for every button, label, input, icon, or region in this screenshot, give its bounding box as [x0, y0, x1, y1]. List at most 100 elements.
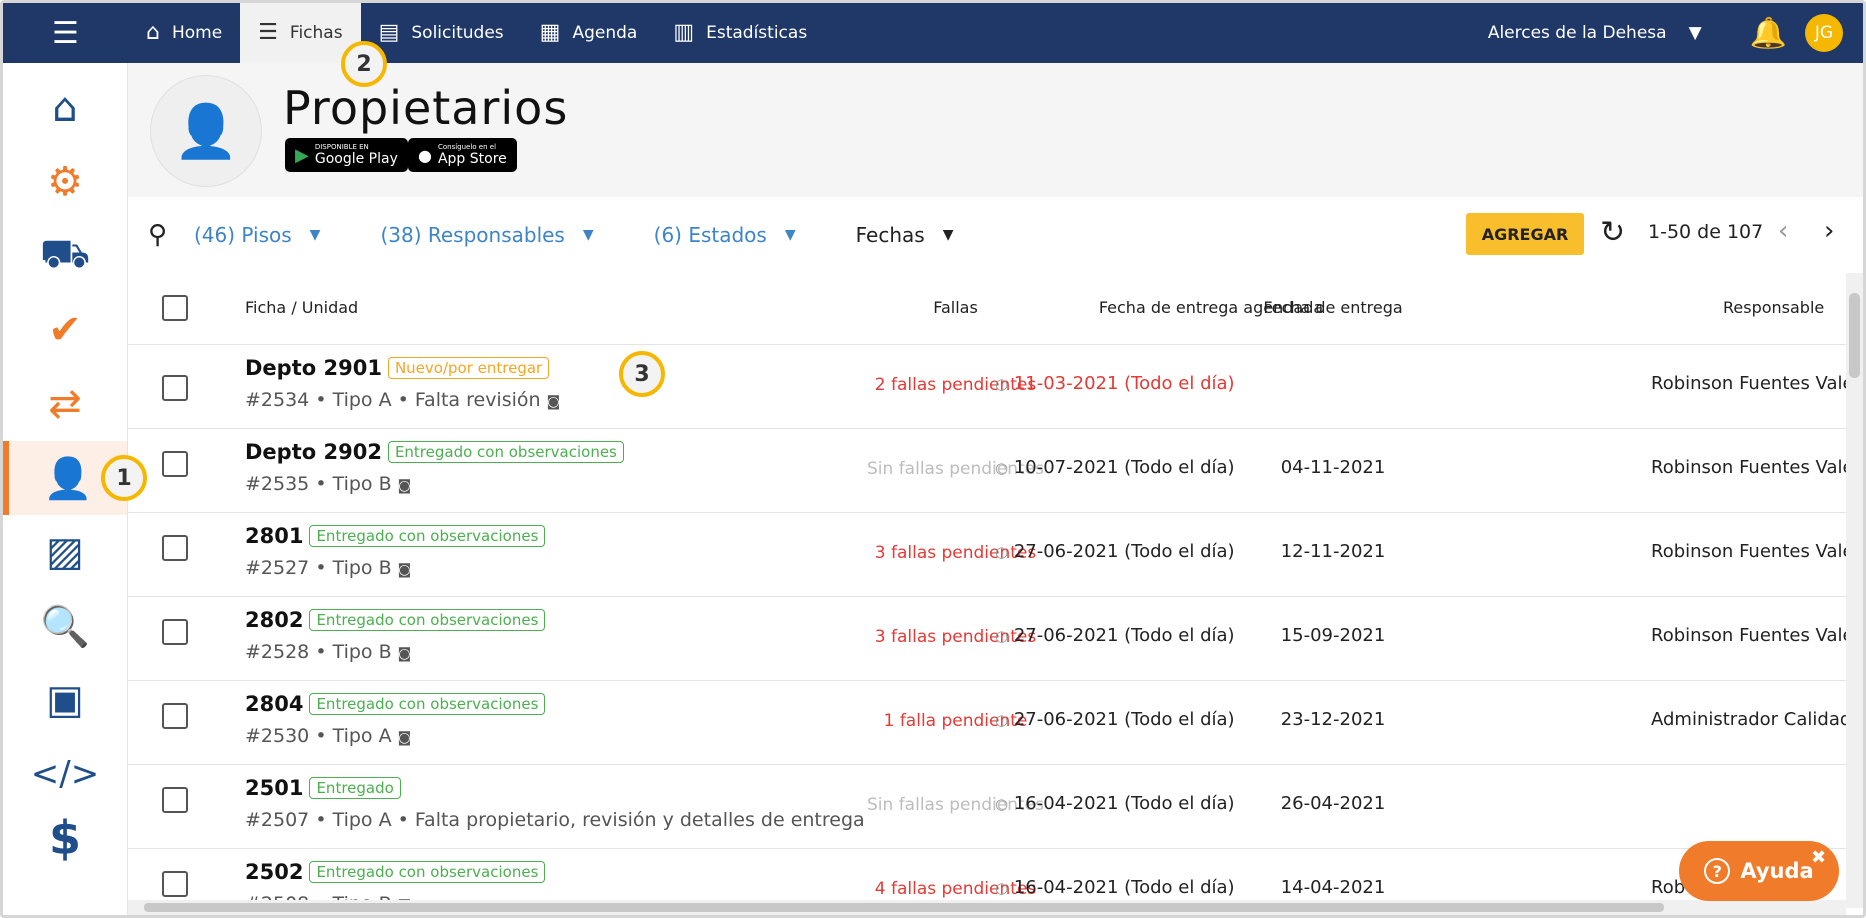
unit-name[interactable]: 2801 Entregado con observaciones [245, 524, 546, 548]
col-ficha[interactable]: Ficha / Unidad [245, 298, 358, 317]
refresh-icon[interactable]: ↻ [1600, 215, 1625, 250]
status-badge: Entregado con observaciones [309, 861, 546, 883]
filter-estados[interactable]: (6) Estados ▼ [654, 223, 796, 247]
pagination-text: 1-50 de 107 [1648, 221, 1764, 243]
unit-name[interactable]: Depto 2901 Nuevo/por entregar [245, 356, 550, 380]
fecha-agendada: ○ 11-03-2021 (Todo el día) [995, 373, 1235, 394]
status-badge: Nuevo/por entregar [387, 357, 550, 379]
sidebar-dollar-icon[interactable]: $ [3, 801, 127, 875]
home-icon: ⌂ [146, 20, 160, 45]
filter-label: (6) Estados [653, 222, 767, 247]
fecha-entrega: 04-11-2021 [1280, 457, 1386, 478]
search-icon[interactable]: ⚲ [148, 220, 188, 250]
fecha-agendada: ○ 16-04-2021 (Todo el día) [995, 793, 1235, 814]
vertical-scroll-thumb[interactable] [1849, 293, 1860, 378]
sidebar-checklist-icon[interactable]: ✔ [3, 293, 127, 367]
app-window: ☰ ⌂ Home ☰ Fichas ▤ Solicitudes ▦ Agenda… [0, 0, 1866, 918]
unit-label: Depto 2901 [245, 356, 382, 380]
sidebar-wheelbarrow-icon[interactable]: ⛟ [3, 219, 127, 293]
sidebar-home-icon[interactable]: ⌂ [3, 71, 127, 145]
camera-icon: ◙ [546, 394, 561, 410]
project-selector[interactable]: Alerces de la Dehesa ▼ [1488, 23, 1702, 43]
nav-home[interactable]: ⌂ Home [128, 3, 240, 63]
sidebar-payments-icon[interactable]: ▣ [3, 663, 127, 737]
sidebar-settings-icon[interactable]: ⚙ [3, 145, 127, 219]
unit-name[interactable]: 2501 Entregado [245, 776, 401, 800]
unit-name[interactable]: 2804 Entregado con observaciones [245, 692, 546, 716]
google-play-badge[interactable]: ▶ DISPONIBLE EN Google Play [285, 138, 408, 172]
annotation-marker-2: 2 [341, 41, 387, 87]
table-header-row: Ficha / Unidad Fallas Fecha de entrega a… [128, 273, 1848, 345]
play-icon: ▶ [295, 144, 309, 166]
nav-label: Home [171, 23, 223, 43]
sidebar-transfer-icon[interactable]: ⇄ [3, 367, 127, 441]
row-checkbox[interactable] [162, 787, 188, 813]
fecha-agendada-text: 27-06-2021 (Todo el día) [1013, 541, 1235, 562]
sidebar-code-icon[interactable]: </> [3, 737, 127, 811]
row-checkbox[interactable] [162, 375, 188, 401]
close-icon[interactable]: ✖ [1811, 847, 1826, 868]
app-store-badge[interactable]: ● Consíguelo en el App Store [408, 138, 517, 172]
filter-label: Fechas [855, 222, 925, 247]
status-badge: Entregado con observaciones [387, 441, 624, 463]
status-badge: Entregado con observaciones [309, 525, 546, 547]
caret-down-icon: ▼ [582, 226, 594, 243]
unit-name[interactable]: 2802 Entregado con observaciones [245, 608, 546, 632]
responsable: Administrador Calidad [1651, 709, 1848, 730]
table-row[interactable]: 2802 Entregado con observaciones #2528 •… [128, 597, 1848, 681]
filter-label: (38) Responsables [380, 222, 565, 247]
table-row[interactable]: 2501 Entregado #2507 • Tipo A • Falta pr… [128, 765, 1848, 849]
row-checkbox[interactable] [162, 451, 188, 477]
unit-label: Depto 2902 [245, 440, 382, 464]
filter-bar: ⚲ (46) Pisos ▼ (38) Responsables ▼ (6) E… [128, 197, 1863, 272]
table-row[interactable]: Depto 2901 Nuevo/por entregar #2534 • Ti… [128, 345, 1848, 429]
horizontal-scrollbar[interactable] [128, 900, 1846, 915]
fecha-entrega: 12-11-2021 [1280, 541, 1386, 562]
row-checkbox[interactable] [162, 619, 188, 645]
annotation-marker-3: 3 [619, 351, 665, 397]
hamburger-menu-icon[interactable]: ☰ [3, 3, 128, 63]
clock-icon: ○ [995, 711, 1009, 729]
page-header: 👤 Propietarios ▶ DISPONIBLE EN Google Pl… [128, 63, 1863, 197]
fecha-agendada-text: 27-06-2021 (Todo el día) [1013, 709, 1235, 730]
col-responsable[interactable]: Responsable [1723, 298, 1824, 317]
unit-name[interactable]: Depto 2902 Entregado con observaciones [245, 440, 624, 464]
add-button[interactable]: AGREGAR [1466, 213, 1584, 255]
apple-icon: ● [418, 145, 432, 165]
filter-fechas[interactable]: Fechas ▼ [856, 223, 954, 247]
clock-icon: ○ [995, 543, 1009, 561]
horizontal-scroll-thumb[interactable] [144, 903, 1664, 912]
filter-responsables[interactable]: (38) Responsables ▼ [380, 223, 593, 247]
fecha-agendada: ○ 27-06-2021 (Todo el día) [995, 709, 1235, 730]
filter-pisos[interactable]: (46) Pisos ▼ [194, 223, 320, 247]
bell-icon[interactable]: 🔔 [1750, 16, 1787, 51]
row-checkbox[interactable] [162, 703, 188, 729]
google-badge-label: Google Play [314, 151, 398, 167]
chevron-right-icon[interactable]: › [1824, 216, 1834, 246]
row-checkbox[interactable] [162, 535, 188, 561]
responsable: Robinson Fuentes Vale [1651, 625, 1848, 646]
vertical-scrollbar[interactable] [1846, 273, 1863, 908]
google-badge-text: DISPONIBLE EN Google Play [315, 143, 398, 167]
unit-name[interactable]: 2502 Entregado con observaciones [245, 860, 546, 884]
status-badge: Entregado con observaciones [309, 609, 546, 631]
sidebar-inspection-icon[interactable]: 🔍 [3, 589, 127, 663]
table-row[interactable]: 2804 Entregado con observaciones #2530 •… [128, 681, 1848, 765]
row-checkbox[interactable] [162, 871, 188, 897]
nav-label: Agenda [572, 23, 638, 43]
chevron-left-icon[interactable]: ‹ [1778, 216, 1788, 246]
unit-label: 2801 [245, 524, 304, 548]
nav-estadisticas[interactable]: ▥ Estadísticas [655, 3, 825, 63]
chevron-down-icon: ▼ [1688, 23, 1702, 43]
avatar[interactable]: JG [1805, 14, 1843, 52]
table-row[interactable]: 2801 Entregado con observaciones #2527 •… [128, 513, 1848, 597]
table-row[interactable]: Depto 2902 Entregado con observaciones #… [128, 429, 1848, 513]
clock-icon: ○ [995, 627, 1009, 645]
select-all-checkbox[interactable] [162, 295, 188, 321]
sidebar-blueprint-icon[interactable]: ▨ [3, 515, 127, 589]
bar-chart-icon: ▥ [673, 20, 695, 45]
col-fecha-entrega[interactable]: Fecha de entrega [1223, 298, 1443, 317]
responsable: Robinson Fuentes Vale [1651, 373, 1848, 394]
nav-agenda[interactable]: ▦ Agenda [522, 3, 656, 63]
details-text: #2527 • Tipo B [245, 557, 392, 579]
